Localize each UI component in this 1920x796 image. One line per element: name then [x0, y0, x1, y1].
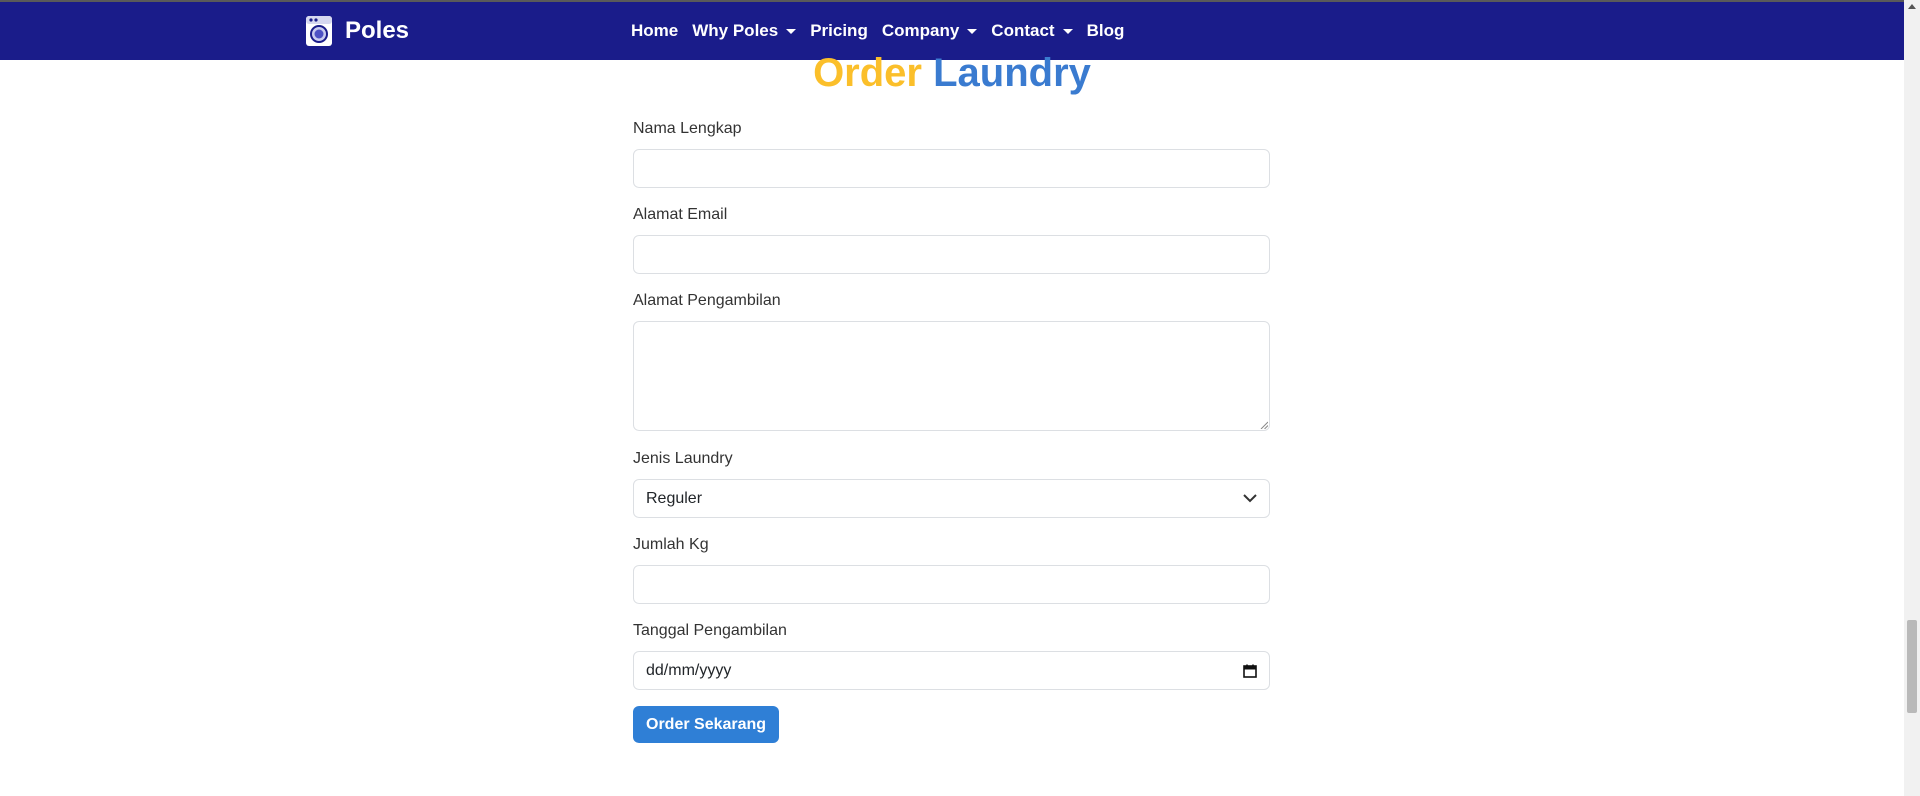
address-label: Alamat Pengambilan	[633, 292, 781, 309]
chevron-down-icon	[1243, 494, 1257, 503]
title-word-order: Order	[813, 51, 922, 95]
nav-contact-label: Contact	[991, 21, 1055, 40]
brand-link[interactable]: Poles	[305, 13, 409, 49]
page-title: Order Laundry	[0, 46, 1904, 100]
address-wrapper	[633, 321, 1270, 431]
weight-field[interactable]	[633, 565, 1270, 604]
name-field[interactable]	[633, 149, 1270, 188]
laundry-type-selected: Reguler	[646, 489, 703, 507]
brand-name: Poles	[345, 17, 410, 44]
laundry-type-select[interactable]: Reguler	[633, 479, 1270, 518]
email-field[interactable]	[633, 235, 1270, 274]
resize-grip-icon[interactable]	[1260, 421, 1268, 429]
nav-why-poles[interactable]: Why Poles	[692, 21, 797, 41]
caret-down-icon	[1062, 28, 1073, 34]
nav-company-label: Company	[881, 21, 960, 40]
caret-down-icon	[967, 28, 978, 34]
vertical-scrollbar[interactable]	[1904, 0, 1920, 796]
washing-machine-icon	[306, 16, 332, 46]
pickup-date-field[interactable]: dd/mm/yyyy	[633, 651, 1270, 690]
scroll-up-arrow-icon[interactable]	[1908, 4, 1916, 9]
order-now-button[interactable]: Order Sekarang	[633, 706, 780, 743]
weight-label: Jumlah Kg	[633, 536, 709, 553]
nav-home[interactable]: Home	[631, 21, 678, 41]
nav-why-poles-label: Why Poles	[692, 21, 779, 40]
date-placeholder: dd/mm/yyyy	[646, 661, 732, 679]
nav-blog[interactable]: Blog	[1087, 21, 1125, 41]
scrollbar-thumb[interactable]	[1907, 620, 1917, 713]
pickup-date-label: Tanggal Pengambilan	[633, 622, 787, 639]
nav-contact[interactable]: Contact	[991, 21, 1073, 41]
laundry-type-label: Jenis Laundry	[633, 450, 733, 467]
address-textarea[interactable]	[633, 321, 1270, 431]
email-label: Alamat Email	[633, 206, 728, 223]
calendar-icon[interactable]	[1243, 664, 1257, 678]
caret-down-icon	[786, 28, 797, 34]
nav-pricing[interactable]: Pricing	[810, 21, 868, 41]
name-label: Nama Lengkap	[633, 120, 742, 137]
title-word-laundry: Laundry	[933, 51, 1091, 95]
nav-company[interactable]: Company	[881, 21, 978, 41]
